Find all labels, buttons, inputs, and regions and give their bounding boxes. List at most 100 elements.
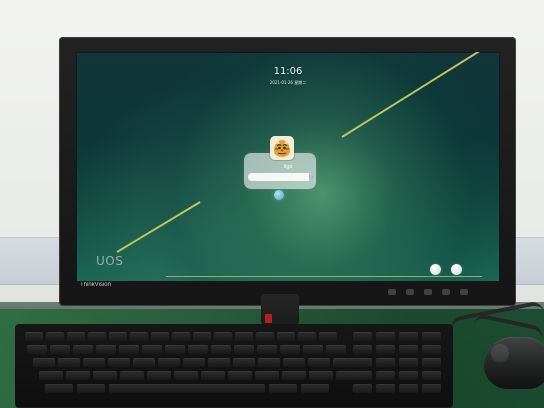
keyboard-key[interactable] xyxy=(67,332,85,341)
keyboard-key[interactable] xyxy=(120,371,144,380)
keyboard-key[interactable] xyxy=(193,332,211,341)
keyboard-key[interactable] xyxy=(422,358,441,367)
monitor-control-button[interactable] xyxy=(388,289,396,295)
keyboard-key[interactable] xyxy=(130,332,148,341)
keyboard-key[interactable] xyxy=(228,371,252,380)
keyboard-key[interactable] xyxy=(376,358,395,367)
keyboard-key[interactable] xyxy=(108,358,130,367)
keyboard-key[interactable] xyxy=(33,358,55,367)
keyboard-key[interactable] xyxy=(283,358,305,367)
keyboard-key[interactable] xyxy=(233,358,255,367)
login-screen: 11:06 2021-01-26 星期二 ligo UOS xyxy=(76,52,500,282)
keyboard-key[interactable] xyxy=(256,332,274,341)
wallpaper-streak xyxy=(116,201,201,253)
monitor-control-button[interactable] xyxy=(460,289,468,295)
keyboard-key[interactable] xyxy=(376,332,395,341)
keyboard-key[interactable] xyxy=(333,358,355,367)
monitor-control-button[interactable] xyxy=(442,289,450,295)
keyboard-key[interactable] xyxy=(83,358,105,367)
keyboard-key[interactable] xyxy=(399,371,418,380)
keyboard-key[interactable] xyxy=(255,371,279,380)
keyboard-key[interactable] xyxy=(158,358,180,367)
keyboard-key[interactable] xyxy=(208,358,230,367)
keyboard-key[interactable] xyxy=(376,345,395,354)
keyboard-key[interactable] xyxy=(73,345,93,354)
keyboard-key[interactable] xyxy=(280,345,300,354)
keyboard-key[interactable] xyxy=(301,384,329,393)
submit-arrow-icon[interactable] xyxy=(309,173,314,181)
keyboard-key[interactable] xyxy=(326,345,346,354)
keyboard-key[interactable] xyxy=(25,332,43,341)
keyboard-key[interactable] xyxy=(234,345,254,354)
keyboard-key[interactable] xyxy=(119,345,139,354)
keyboard-key[interactable] xyxy=(165,345,185,354)
space-key[interactable] xyxy=(135,384,259,393)
keyboard-key[interactable] xyxy=(50,345,70,354)
keyboard-key[interactable] xyxy=(58,358,80,367)
keyboard-key[interactable] xyxy=(172,332,190,341)
keyboard-key[interactable] xyxy=(151,332,169,341)
keyboard-key[interactable] xyxy=(142,345,162,354)
keyboard-key[interactable] xyxy=(96,345,116,354)
clock-time: 11:06 xyxy=(273,66,303,77)
power-button-icon[interactable] xyxy=(451,264,462,275)
keyboard-key[interactable] xyxy=(399,332,418,341)
keyboard-key[interactable] xyxy=(277,332,295,341)
keyboard-key[interactable] xyxy=(93,371,117,380)
keyboard-key[interactable] xyxy=(319,332,337,341)
keyboard-key[interactable] xyxy=(353,358,372,367)
keyboard-key[interactable] xyxy=(353,384,372,393)
confirm-circle-icon[interactable] xyxy=(274,190,284,200)
monitor-control-button[interactable] xyxy=(424,289,432,295)
keyboard-key[interactable] xyxy=(353,332,372,341)
system-button-icon[interactable] xyxy=(430,264,441,275)
keyboard-key[interactable] xyxy=(399,345,418,354)
wallpaper-streak xyxy=(341,52,491,138)
keyboard-key[interactable] xyxy=(309,371,333,380)
keyboard-key[interactable] xyxy=(258,358,280,367)
keyboard-key[interactable] xyxy=(109,332,127,341)
keyboard-key[interactable] xyxy=(27,345,47,354)
keyboard-key[interactable] xyxy=(214,332,232,341)
wallpaper-horizon-line xyxy=(166,276,482,277)
monitor-brand: ThinkVision xyxy=(80,282,111,288)
keyboard-key[interactable] xyxy=(353,371,372,380)
keyboard-key[interactable] xyxy=(376,371,395,380)
keyboard-key[interactable] xyxy=(399,358,418,367)
keyboard-key[interactable] xyxy=(174,371,198,380)
keyboard-key[interactable] xyxy=(46,332,64,341)
keyboard-key[interactable] xyxy=(88,332,106,341)
tiger-avatar-icon xyxy=(270,136,294,160)
monitor-control-button[interactable] xyxy=(406,289,414,295)
mouse xyxy=(484,337,544,389)
keyboard-key[interactable] xyxy=(308,358,330,367)
login-username: ligo xyxy=(283,164,293,170)
keyboard-key[interactable] xyxy=(183,358,205,367)
keyboard-key[interactable] xyxy=(235,332,253,341)
keyboard-key[interactable] xyxy=(77,384,105,393)
keyboard-key[interactable] xyxy=(422,384,441,393)
keyboard-key[interactable] xyxy=(109,384,137,393)
keyboard-key[interactable] xyxy=(66,371,90,380)
password-field[interactable] xyxy=(248,173,312,181)
keyboard-key[interactable] xyxy=(282,371,306,380)
keyboard-key[interactable] xyxy=(422,345,441,354)
keyboard-key[interactable] xyxy=(211,345,231,354)
keyboard-key[interactable] xyxy=(303,345,323,354)
keyboard-key[interactable] xyxy=(376,384,395,393)
keyboard-key[interactable] xyxy=(201,371,225,380)
keyboard-key[interactable] xyxy=(45,384,73,393)
keyboard-key[interactable] xyxy=(188,345,208,354)
keyboard-key[interactable] xyxy=(422,371,441,380)
keyboard-key[interactable] xyxy=(257,345,277,354)
monitor-stand-accent xyxy=(265,314,272,323)
keyboard-key[interactable] xyxy=(147,371,171,380)
monitor-controls xyxy=(388,289,473,297)
keyboard-key[interactable] xyxy=(39,371,63,380)
keyboard-key[interactable] xyxy=(298,332,316,341)
keyboard-key[interactable] xyxy=(353,345,372,354)
keyboard-key[interactable] xyxy=(133,358,155,367)
keyboard-key[interactable] xyxy=(422,332,441,341)
keyboard-key[interactable] xyxy=(269,384,297,393)
keyboard-key[interactable] xyxy=(399,384,418,393)
